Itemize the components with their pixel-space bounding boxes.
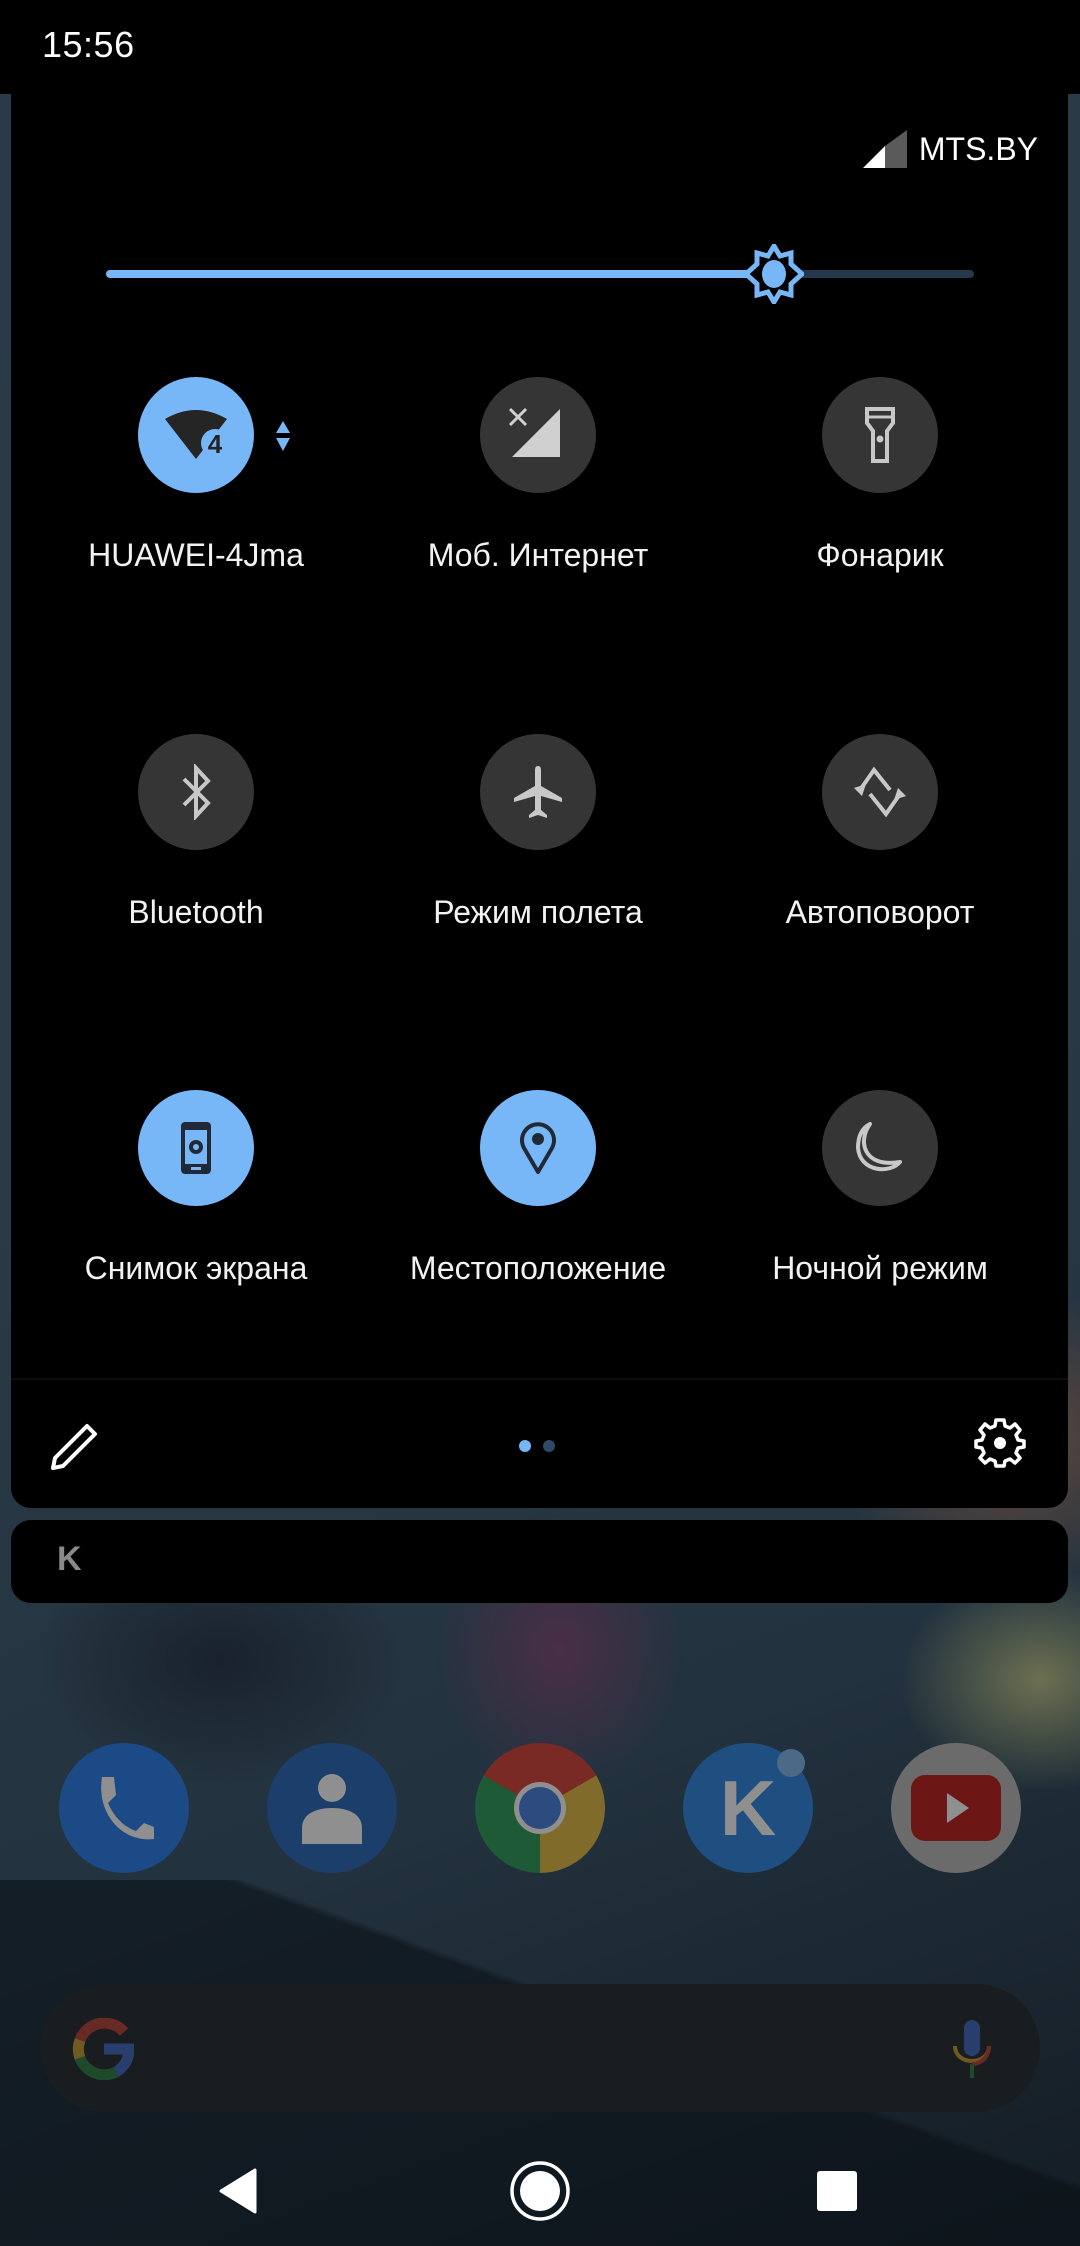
nav-recents-button[interactable]	[802, 2156, 872, 2226]
tile-airplane-mode[interactable]: Режим полета	[367, 734, 709, 984]
dock-app-phone[interactable]	[59, 1743, 189, 1873]
dock-app-k[interactable]: K	[683, 1743, 813, 1873]
tile-auto-rotate-button[interactable]	[822, 734, 938, 850]
tile-screenshot[interactable]: Снимок экрана	[25, 1090, 367, 1340]
tile-flashlight[interactable]: Фонарик	[709, 377, 1051, 627]
location-icon	[520, 1122, 556, 1174]
tile-bluetooth-button[interactable]	[138, 734, 254, 850]
nav-back-button[interactable]	[203, 2156, 273, 2226]
tile-bluetooth[interactable]: Bluetooth	[25, 734, 367, 984]
tile-night-mode-button[interactable]	[822, 1090, 938, 1206]
phone-icon	[101, 1777, 154, 1840]
dock-app-chrome[interactable]	[475, 1743, 605, 1873]
status-clock: 15:56	[42, 24, 135, 65]
navigation-bar	[0, 2130, 1080, 2246]
tile-label: Снимок экрана	[84, 1250, 308, 1286]
tile-label: Режим полета	[433, 894, 643, 930]
k-app-icon: K	[719, 1763, 777, 1852]
night-mode-icon	[856, 1122, 902, 1172]
recents-icon	[817, 2171, 857, 2211]
wifi-activity-icon	[276, 421, 290, 451]
mobile-data-off-icon	[508, 407, 560, 457]
tile-flashlight-button[interactable]	[822, 377, 938, 493]
back-icon	[219, 2168, 257, 2214]
google-g-icon	[72, 2018, 134, 2080]
tile-label: Фонарик	[816, 537, 944, 573]
tile-mobile-data[interactable]: Моб. Интернет	[367, 377, 709, 627]
dock-app-contacts[interactable]	[267, 1743, 397, 1873]
notification-badge	[777, 1749, 805, 1777]
gear-icon[interactable]	[973, 1416, 1027, 1470]
tile-label: Bluetooth	[128, 894, 264, 930]
tile-label: Местоположение	[409, 1250, 667, 1286]
wifi-badge: 4	[208, 429, 223, 459]
tile-mobile-data-button[interactable]	[480, 377, 596, 493]
k-app-icon: K	[57, 1540, 82, 1578]
google-search-widget[interactable]	[40, 1984, 1040, 2112]
tile-wifi-button[interactable]: 4	[138, 377, 290, 493]
quick-settings-panel: MTS.BY 4 HUAWEI-4Jma Моб. Интернет Фонар…	[11, 94, 1068, 1508]
tile-label: Автоповорот	[785, 894, 975, 930]
microphone-icon[interactable]	[952, 2020, 992, 2080]
flashlight-icon	[865, 407, 895, 463]
tile-label: Ночной режим	[772, 1250, 988, 1286]
tile-airplane-button[interactable]	[480, 734, 596, 850]
tile-auto-rotate[interactable]: Автоповорот	[709, 734, 1051, 984]
tile-label: Моб. Интернет	[427, 537, 649, 573]
wifi-icon: 4	[165, 410, 227, 459]
tile-screenshot-button[interactable]	[138, 1090, 254, 1206]
tiles-grid: 4 HUAWEI-4Jma Моб. Интернет Фонарик Blue…	[11, 94, 1068, 1508]
tile-location-button[interactable]	[480, 1090, 596, 1206]
airplane-icon	[514, 766, 562, 818]
screenshot-icon	[181, 1122, 211, 1174]
tile-label: HUAWEI-4Jma	[88, 537, 304, 573]
bluetooth-icon	[182, 764, 211, 820]
status-bar: 15:56	[0, 0, 1080, 94]
pencil-icon[interactable]	[47, 1420, 101, 1474]
tile-location[interactable]: Местоположение	[367, 1090, 709, 1340]
notification-collapsed[interactable]: K	[11, 1520, 1068, 1603]
youtube-icon	[911, 1775, 1001, 1841]
page-dot[interactable]	[543, 1440, 555, 1452]
nav-home-button[interactable]	[505, 2156, 575, 2226]
contacts-icon	[302, 1774, 362, 1844]
tile-night-mode[interactable]: Ночной режим	[709, 1090, 1051, 1340]
auto-rotate-icon	[854, 766, 906, 818]
chrome-icon	[514, 1782, 566, 1834]
tile-wifi[interactable]: 4 HUAWEI-4Jma	[25, 377, 367, 627]
page-indicator	[519, 1440, 555, 1452]
dock-app-youtube[interactable]	[891, 1743, 1021, 1873]
home-icon	[510, 2161, 570, 2221]
page-dot-active[interactable]	[519, 1440, 531, 1452]
quick-settings-footer	[11, 1380, 1068, 1508]
